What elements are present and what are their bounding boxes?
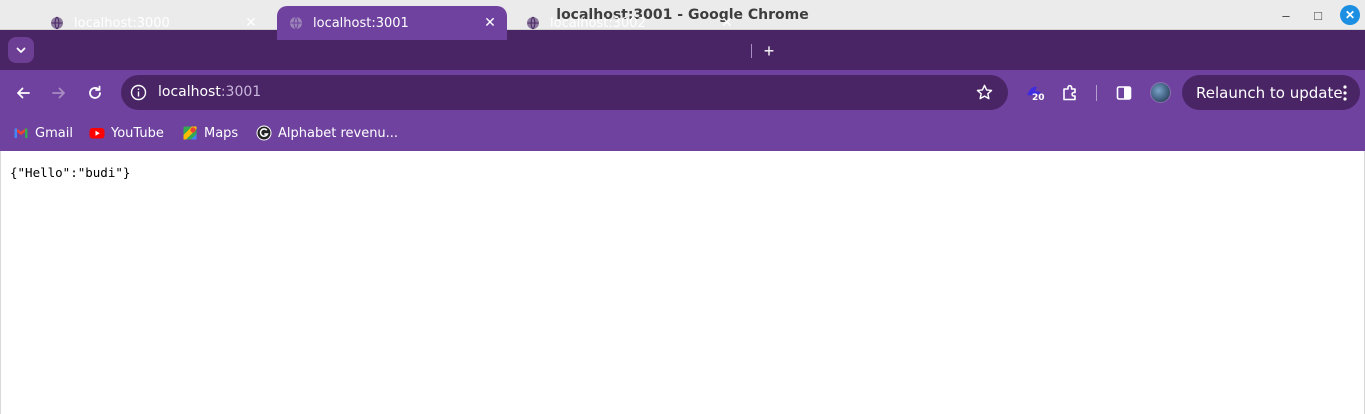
page-content: {"Hello":"budi"}: [0, 151, 1365, 414]
bookmark-label: Alphabet revenu...: [278, 125, 399, 141]
globe-icon: [527, 16, 539, 30]
relaunch-button[interactable]: Relaunch to update: [1182, 75, 1360, 110]
extensions-menu-button[interactable]: [1058, 81, 1082, 105]
arrow-right-icon: [52, 87, 65, 99]
gmail-icon: [14, 128, 28, 138]
new-tab-button[interactable]: +: [758, 40, 780, 62]
browser-window: localhost:3001 - Google Chrome – □ ✕ loc…: [0, 0, 1365, 414]
site-info-icon[interactable]: [130, 84, 147, 101]
toolbar-separator: [1096, 85, 1097, 101]
chevron-down-icon: [16, 47, 26, 53]
puzzle-icon: [1063, 84, 1076, 101]
close-window-button[interactable]: ✕: [1340, 5, 1360, 25]
bookmark-page-icon: [256, 125, 272, 141]
tab-close-button[interactable]: ✕: [479, 12, 501, 34]
bookmark-label: YouTube: [111, 125, 164, 141]
side-panel-button[interactable]: [1112, 81, 1136, 105]
url-text: localhost:3001: [158, 84, 261, 100]
url-port: :3001: [220, 84, 262, 100]
reload-icon: [89, 85, 101, 99]
more-menu-icon[interactable]: [1342, 84, 1348, 102]
bookmark-youtube[interactable]: YouTube: [89, 123, 164, 143]
tab-close-button[interactable]: ✕: [716, 12, 738, 34]
side-panel-icon: [1116, 86, 1132, 100]
bookmark-maps[interactable]: Maps: [182, 123, 238, 143]
globe-icon: [290, 16, 302, 30]
relaunch-label: Relaunch to update: [1196, 83, 1343, 102]
bookmark-gmail[interactable]: Gmail: [13, 123, 73, 143]
maps-icon: [183, 126, 197, 140]
tab-label: localhost:3001: [313, 15, 409, 31]
address-bar[interactable]: localhost:3001: [121, 75, 1008, 110]
tab-close-button[interactable]: ✕: [240, 12, 262, 34]
reload-button[interactable]: [83, 81, 107, 105]
back-button[interactable]: [11, 81, 35, 105]
youtube-icon: [89, 128, 105, 139]
tab-localhost-3002[interactable]: localhost:3002 ✕: [514, 6, 744, 40]
minimize-button[interactable]: –: [1276, 5, 1296, 25]
globe-icon: [51, 16, 63, 30]
bookmark-star-icon[interactable]: [975, 83, 994, 102]
maximize-button[interactable]: □: [1308, 5, 1328, 25]
bookmark-alphabet-revenue[interactable]: Alphabet revenu...: [256, 123, 398, 143]
tab-label: localhost:3002: [550, 15, 646, 31]
profile-avatar[interactable]: [1150, 82, 1171, 103]
bookmarks-bar: Gmail YouTube Maps Alphabet revenu...: [0, 115, 1365, 151]
forward-button[interactable]: [47, 81, 71, 105]
json-response-text: {"Hello":"budi"}: [10, 165, 131, 180]
bookmark-label: Gmail: [35, 125, 73, 141]
arrow-left-icon: [17, 87, 30, 99]
tab-localhost-3000[interactable]: localhost:3000 ✕: [38, 6, 268, 40]
tab-localhost-3001[interactable]: localhost:3001 ✕: [277, 6, 507, 40]
bookmark-label: Maps: [204, 125, 239, 141]
tab-label: localhost:3000: [74, 15, 170, 31]
extension-badge: 20: [1032, 93, 1045, 103]
tab-separator: [751, 44, 752, 58]
url-host: localhost: [158, 84, 221, 100]
tab-search-button[interactable]: [8, 37, 34, 63]
